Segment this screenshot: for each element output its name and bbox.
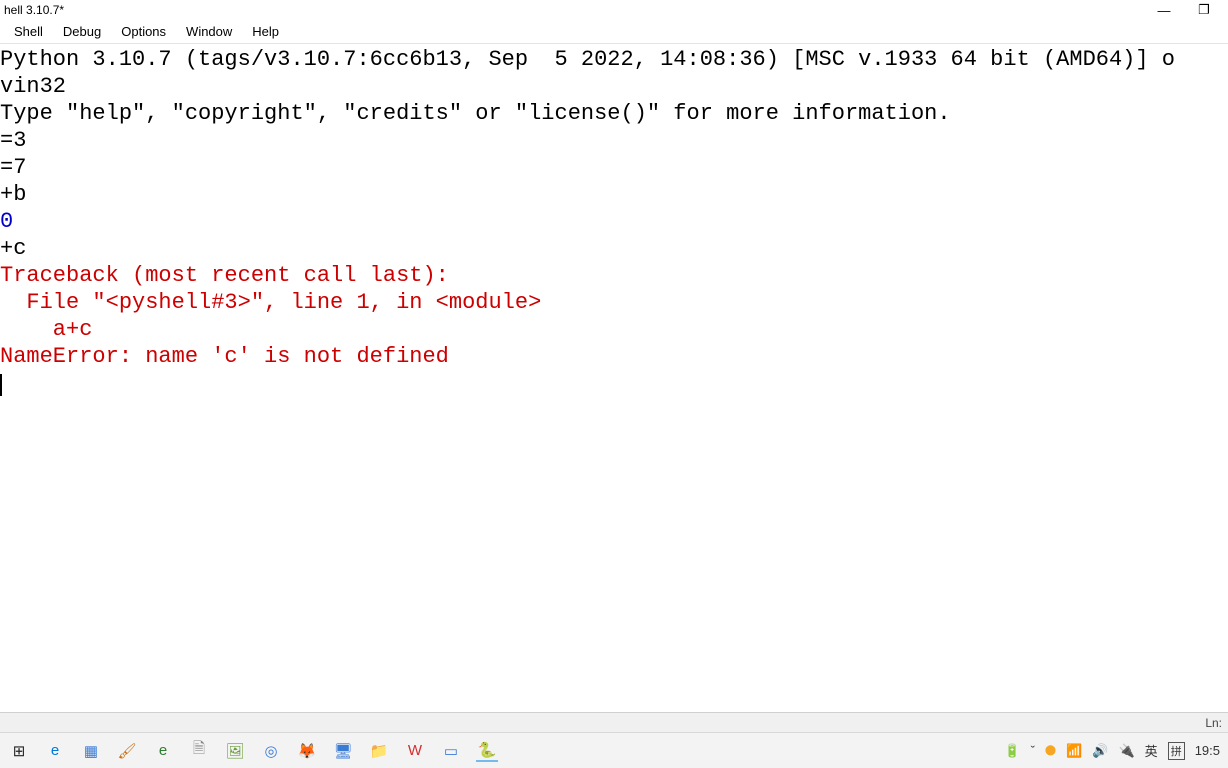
clock[interactable]: 19:5 <box>1195 743 1220 758</box>
window-title: hell 3.10.7* <box>4 3 1144 17</box>
shield-icon[interactable]: ⬤ <box>1045 745 1056 756</box>
paint-icon[interactable]: 🖌 <box>116 740 138 762</box>
calculator-icon[interactable]: ▦ <box>80 740 102 762</box>
output-line: 0 <box>0 209 13 234</box>
taskbar: ⊞ e ▦ 🖌 e 🗎 🖼 ◎ 🦊 🖥 📁 W ▭ 🐍 🔋 ˇ ⬤ 📶 🔊 🔌 英 拼 19:5 <box>0 732 1228 768</box>
sound-icon[interactable]: 🔊 <box>1092 743 1108 759</box>
menu-help[interactable]: Help <box>242 22 289 41</box>
banner-line: Type "help", "copyright", "credits" or "… <box>0 101 951 126</box>
ime-lang-icon[interactable]: 英 <box>1145 741 1158 760</box>
battery-icon[interactable]: 🔋 <box>1004 743 1020 759</box>
document-icon[interactable]: 🗎 <box>188 740 210 762</box>
ime-mode-icon[interactable]: 拼 <box>1168 742 1185 760</box>
restore-button[interactable]: ❐ <box>1184 2 1224 18</box>
system-tray: 🔋 ˇ ⬤ 📶 🔊 🔌 英 拼 19:5 <box>1004 741 1220 760</box>
input-line: =3 <box>0 128 26 153</box>
menu-window[interactable]: Window <box>176 22 242 41</box>
traceback-line: NameError: name 'c' is not defined <box>0 344 449 369</box>
menu-bar: Shell Debug Options Window Help <box>0 20 1228 44</box>
banner-line: Python 3.10.7 (tags/v3.10.7:6cc6b13, Sep… <box>0 47 1175 72</box>
traceback-line: a+c <box>0 317 92 342</box>
menu-debug[interactable]: Debug <box>53 22 111 41</box>
explorer-icon[interactable]: 📁 <box>368 740 390 762</box>
input-line: +b <box>0 182 26 207</box>
wps-icon[interactable]: W <box>404 740 426 762</box>
status-bar: Ln: <box>0 712 1228 732</box>
wifi-icon[interactable]: 📶 <box>1066 743 1082 759</box>
edge-icon[interactable]: e <box>44 740 66 762</box>
input-line: =7 <box>0 155 26 180</box>
minimize-button[interactable]: — <box>1144 3 1184 18</box>
banner-line: vin32 <box>0 74 66 99</box>
edge2-icon[interactable]: e <box>152 740 174 762</box>
traceback-line: File "<pyshell#3>", line 1, in <module> <box>0 290 541 315</box>
text-cursor-icon <box>0 374 14 396</box>
tray-chevron-icon[interactable]: ˇ <box>1031 743 1035 758</box>
traceback-line: Traceback (most recent call last): <box>0 263 449 288</box>
python-icon[interactable]: 🐍 <box>476 740 498 762</box>
shell-editor[interactable]: Python 3.10.7 (tags/v3.10.7:6cc6b13, Sep… <box>0 44 1228 712</box>
power-icon[interactable]: 🔌 <box>1118 743 1134 759</box>
image-icon[interactable]: 🖼 <box>224 740 246 762</box>
monitor-icon[interactable]: ▭ <box>440 740 462 762</box>
cortana-icon[interactable]: ◎ <box>260 740 282 762</box>
firefox-icon[interactable]: 🦊 <box>296 740 318 762</box>
menu-shell[interactable]: Shell <box>4 22 53 41</box>
input-line: +c <box>0 236 26 261</box>
start-icon[interactable]: ⊞ <box>8 740 30 762</box>
menu-options[interactable]: Options <box>111 22 176 41</box>
display-icon[interactable]: 🖥 <box>332 740 354 762</box>
cursor-position: Ln: <box>1205 716 1222 730</box>
title-bar: hell 3.10.7* — ❐ <box>0 0 1228 20</box>
